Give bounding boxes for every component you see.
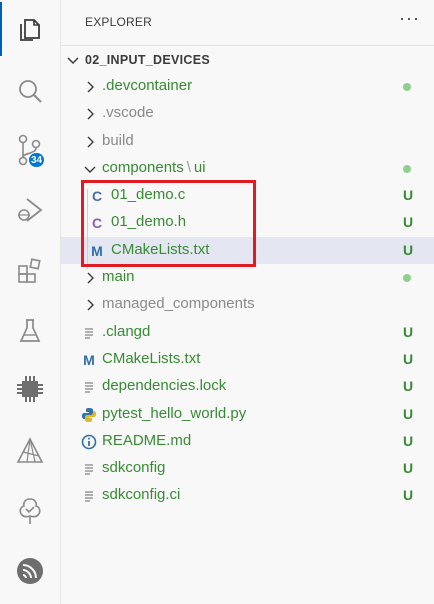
tree-item-readme[interactable]: README.md U xyxy=(61,428,434,455)
tree-item-clangd[interactable]: .clangd U xyxy=(61,319,434,346)
file-tree: .devcontainer .vscode build components \ u… xyxy=(61,73,434,510)
svg-text:M: M xyxy=(83,352,95,368)
text-file-icon xyxy=(85,382,93,393)
tree-item-vscode[interactable]: .vscode xyxy=(61,100,434,127)
chevron-right-icon xyxy=(87,81,94,93)
source-control-icon[interactable]: 34 xyxy=(0,123,60,177)
untracked-status: U xyxy=(403,460,414,477)
text-file-icon xyxy=(85,464,93,475)
tree-item-label: sdkconfig.ci xyxy=(102,486,181,504)
tree-item-pytest[interactable]: pytest_hello_world.py U xyxy=(61,401,434,428)
tree-item-sdkconfig-ci[interactable]: sdkconfig.ci U xyxy=(61,482,434,509)
source-control-badge: 34 xyxy=(28,152,46,168)
chevron-right-icon xyxy=(87,272,94,284)
chevron-down-icon xyxy=(67,57,79,65)
modified-dot xyxy=(403,83,411,91)
tree-item-label: managed_components xyxy=(102,295,255,313)
folder-name: components xyxy=(102,158,184,176)
tree-item-build[interactable]: build xyxy=(61,128,434,155)
subfolder-name: ui xyxy=(193,158,206,176)
tree-item-sdkconfig[interactable]: sdkconfig U xyxy=(61,455,434,482)
espressif-icon[interactable] xyxy=(0,544,60,598)
modified-dot xyxy=(403,274,411,283)
python-file-icon xyxy=(82,407,96,422)
testing-icon[interactable] xyxy=(0,304,60,358)
modified-dot xyxy=(403,164,411,173)
chip-icon[interactable] xyxy=(0,362,60,416)
tree-item-label: .devcontainer xyxy=(102,77,193,94)
more-actions-button[interactable]: ··· xyxy=(399,8,420,29)
info-icon xyxy=(81,434,97,450)
tree-item-label: main xyxy=(102,268,135,286)
cmake-file-icon: M xyxy=(83,352,95,368)
untracked-status: U xyxy=(403,187,414,204)
explorer-title: EXPLORER xyxy=(85,15,152,29)
highlight-annotation-box xyxy=(81,180,256,267)
tree-item-label: build xyxy=(102,131,134,149)
untracked-status: U xyxy=(403,214,414,231)
tree-item-managed-components[interactable]: managed_components xyxy=(61,291,434,318)
explorer-sidebar: EXPLORER ··· 02_INPUT_DEVICES .devcontai… xyxy=(61,0,434,604)
untracked-status: U xyxy=(403,350,414,367)
untracked-status: U xyxy=(403,323,414,340)
untracked-status: U xyxy=(403,432,414,449)
text-file-icon xyxy=(85,328,93,339)
chevron-right-icon xyxy=(87,299,94,311)
tree-item-devcontainer[interactable]: .devcontainer xyxy=(61,73,434,100)
chevron-right-icon xyxy=(87,136,94,148)
text-file-icon xyxy=(85,491,93,503)
tree-item-label: components \ ui xyxy=(102,159,206,176)
tree-item-cmakelists-root[interactable]: M CMakeLists.txt U xyxy=(61,346,434,373)
workspace-title: 02_INPUT_DEVICES xyxy=(85,53,210,67)
chevron-right-icon xyxy=(87,108,94,120)
untracked-status: U xyxy=(403,378,414,395)
path-separator: \ xyxy=(186,158,191,176)
tree-item-components-ui[interactable]: components \ ui xyxy=(61,155,434,182)
idf-icon[interactable] xyxy=(0,424,60,478)
tree-item-label: sdkconfig xyxy=(102,459,166,477)
tree-item-label: pytest_hello_world.py xyxy=(102,404,247,422)
tree-item-label: dependencies.lock xyxy=(102,377,227,395)
extensions-icon[interactable] xyxy=(0,244,60,298)
tree-item-label: .clangd xyxy=(102,322,151,340)
chevron-down-icon xyxy=(84,166,96,173)
tree-item-main[interactable]: main xyxy=(61,264,434,291)
search-icon[interactable] xyxy=(0,64,60,118)
tree-item-label: README.md xyxy=(102,431,192,449)
explorer-icon[interactable] xyxy=(0,2,60,56)
tree-icon[interactable] xyxy=(0,484,60,538)
tree-item-dependencies-lock[interactable]: dependencies.lock U xyxy=(61,373,434,400)
untracked-status: U xyxy=(403,241,414,258)
activity-bar: 34 xyxy=(0,0,61,604)
run-debug-icon[interactable] xyxy=(0,183,60,237)
workspace-section-header[interactable]: 02_INPUT_DEVICES xyxy=(61,45,434,74)
untracked-status: U xyxy=(403,405,414,422)
explorer-header: EXPLORER ··· xyxy=(61,0,434,44)
untracked-status: U xyxy=(403,487,414,504)
tree-item-label: CMakeLists.txt xyxy=(102,349,201,367)
tree-item-label: .vscode xyxy=(102,104,154,122)
